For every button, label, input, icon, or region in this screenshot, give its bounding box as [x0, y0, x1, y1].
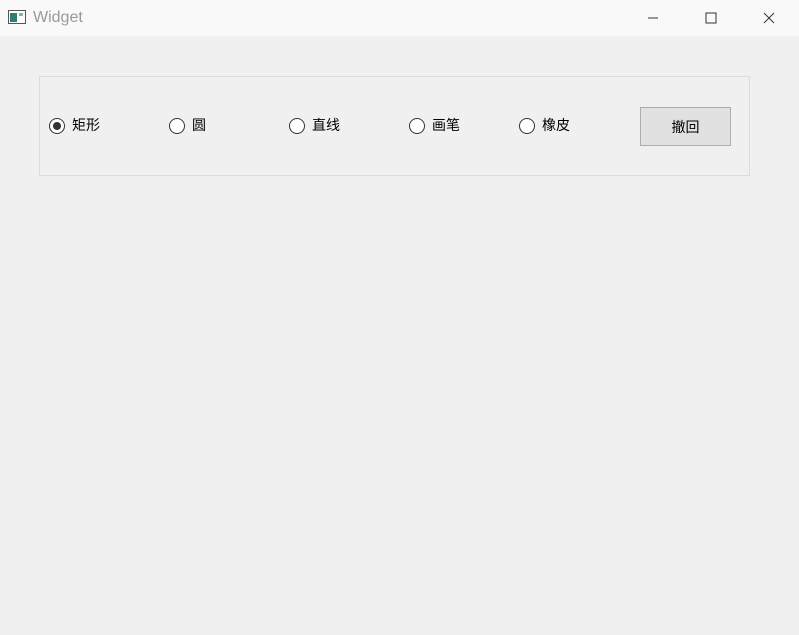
maximize-button[interactable] — [682, 0, 740, 36]
radio-label: 橡皮 — [542, 118, 570, 134]
radio-eraser[interactable]: 橡皮 — [519, 117, 570, 135]
close-icon — [763, 12, 775, 24]
radio-rectangle[interactable]: 矩形 — [49, 117, 100, 135]
radio-indicator[interactable] — [409, 118, 425, 134]
window-app-icon — [8, 10, 26, 24]
radio-indicator[interactable] — [289, 118, 305, 134]
radio-label: 直线 — [312, 118, 340, 134]
radio-label: 圆 — [192, 118, 206, 134]
window-title: Widget — [33, 9, 83, 26]
minimize-icon — [648, 17, 658, 19]
radio-label: 画笔 — [432, 118, 460, 134]
close-button[interactable] — [740, 0, 798, 36]
title-bar[interactable]: Widget — [0, 0, 799, 36]
minimize-button[interactable] — [624, 0, 682, 36]
radio-label: 矩形 — [72, 118, 100, 134]
radio-circle[interactable]: 圆 — [169, 117, 206, 135]
radio-indicator[interactable] — [169, 118, 185, 134]
radio-indicator[interactable] — [49, 118, 65, 134]
radio-indicator[interactable] — [519, 118, 535, 134]
maximize-icon — [705, 12, 717, 24]
radio-line[interactable]: 直线 — [289, 117, 340, 135]
undo-button[interactable]: 撤回 — [640, 107, 731, 146]
radio-pen[interactable]: 画笔 — [409, 117, 460, 135]
